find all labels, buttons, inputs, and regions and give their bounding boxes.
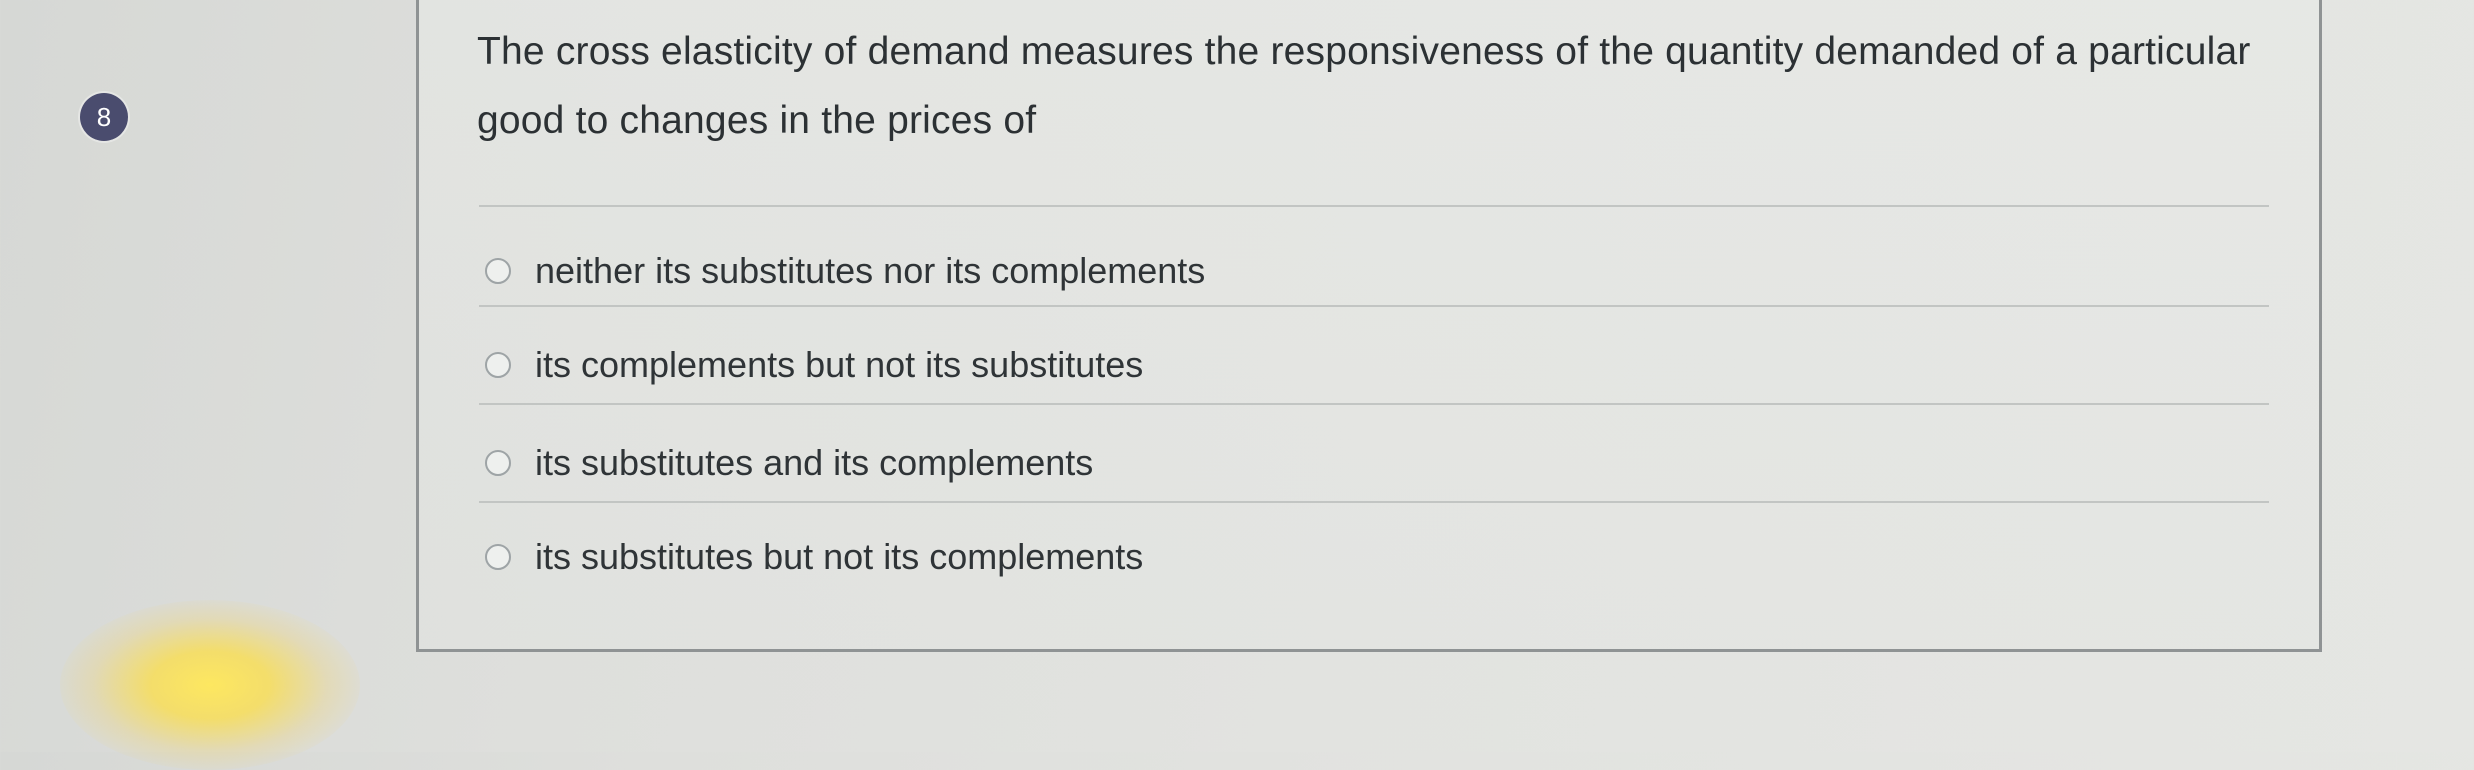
answer-option-1[interactable]: neither its substitutes nor its compleme… xyxy=(485,241,1205,301)
answer-option-2[interactable]: its complements but not its substitutes xyxy=(485,335,1143,395)
radio-button-icon[interactable] xyxy=(485,352,511,378)
answer-option-label: its substitutes and its complements xyxy=(535,442,1094,483)
answer-option-4[interactable]: its substitutes but not its complements xyxy=(485,527,1143,587)
question-panel: The cross elasticity of demand measures … xyxy=(416,0,2322,652)
divider xyxy=(479,205,2269,207)
radio-button-icon[interactable] xyxy=(485,450,511,476)
divider xyxy=(479,403,2269,405)
question-number-badge: 8 xyxy=(80,93,128,141)
radio-button-icon[interactable] xyxy=(485,258,511,284)
radio-button-icon[interactable] xyxy=(485,544,511,570)
answer-option-label: its complements but not its substitutes xyxy=(535,344,1144,385)
answer-option-label: its substitutes but not its complements xyxy=(535,536,1144,577)
answer-option-label: neither its substitutes nor its compleme… xyxy=(535,250,1206,291)
question-text: The cross elasticity of demand measures … xyxy=(477,30,2251,142)
light-glare xyxy=(60,600,360,770)
divider xyxy=(479,305,2269,307)
divider xyxy=(479,501,2269,503)
answer-option-3[interactable]: its substitutes and its complements xyxy=(485,433,1093,493)
